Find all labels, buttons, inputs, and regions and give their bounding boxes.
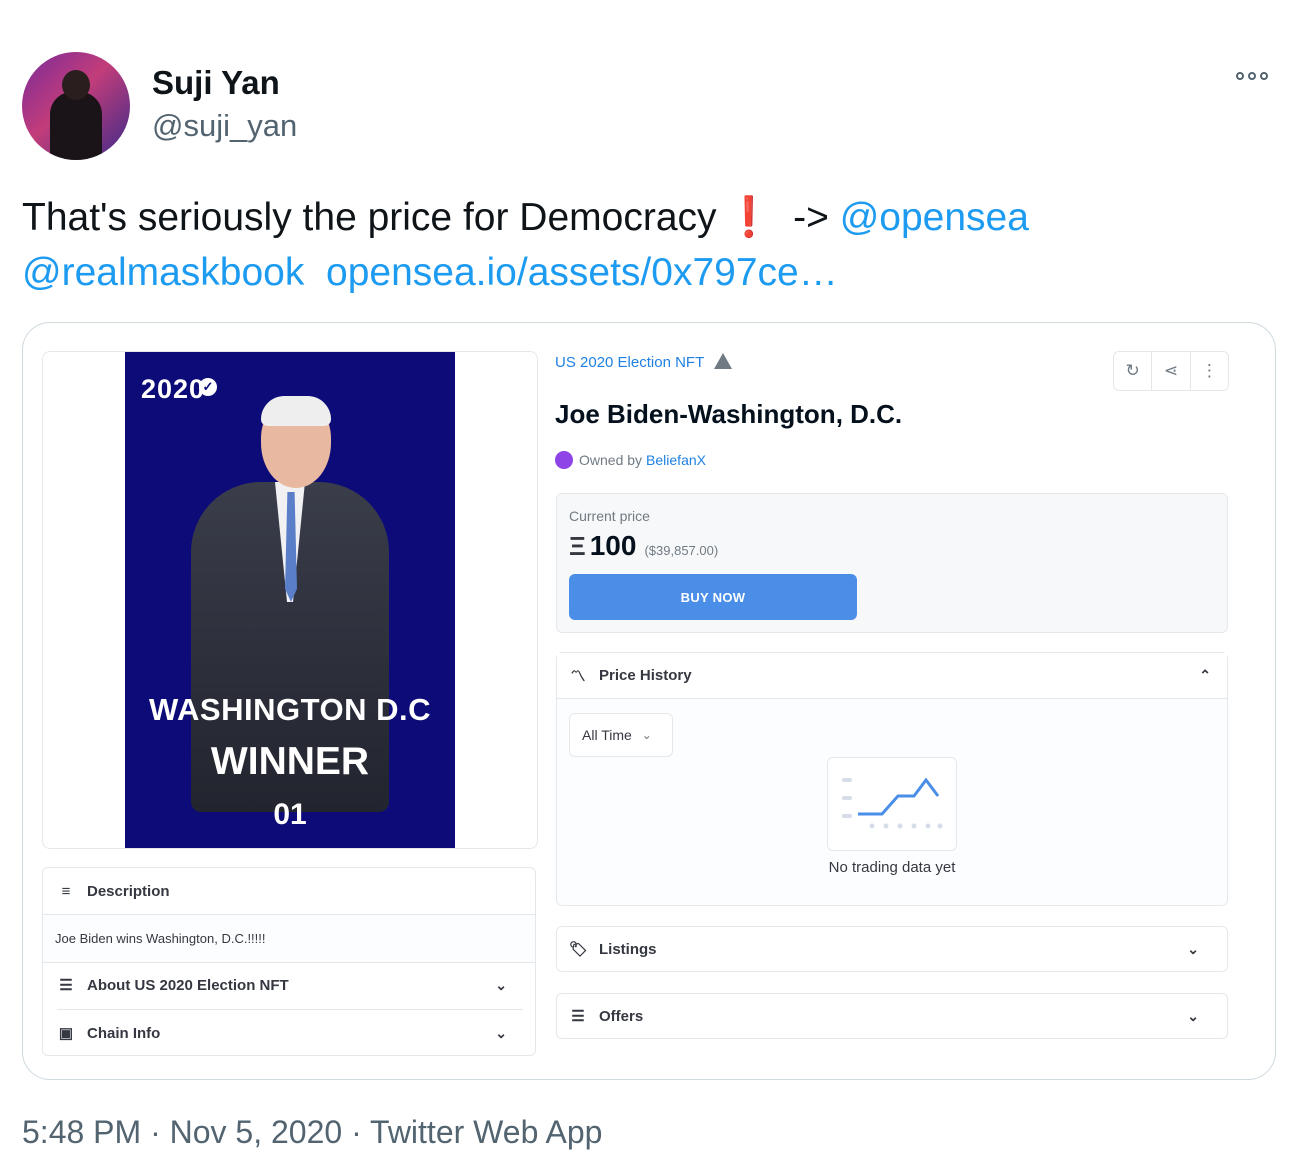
exclamation-icon: ❗ bbox=[724, 196, 774, 239]
check-badge-icon: ✓ bbox=[199, 378, 217, 396]
nft-year-logo: 2020 bbox=[141, 374, 206, 404]
nft-caption-line3: 01 bbox=[273, 798, 307, 831]
mention-opensea-link[interactable]: @opensea bbox=[840, 196, 1029, 239]
chain-info-row[interactable]: ▣ Chain Info ⌄ bbox=[57, 1009, 523, 1056]
author-name[interactable]: Suji Yan bbox=[152, 64, 280, 102]
chevron-down-icon: ⌄ bbox=[1187, 940, 1199, 957]
refresh-icon[interactable]: ↻ bbox=[1114, 352, 1153, 390]
more-vertical-icon[interactable]: ⋮ bbox=[1191, 352, 1228, 390]
description-body: Joe Biden wins Washington, D.C.!!!!! bbox=[43, 914, 535, 963]
chevron-down-icon: ⌄ bbox=[495, 976, 507, 993]
nft-title: Joe Biden-Washington, D.C. bbox=[555, 399, 903, 429]
buy-now-button[interactable]: BUY NOW bbox=[569, 574, 857, 620]
listings-label: Listings bbox=[599, 940, 657, 958]
chevron-up-icon: ⌃ bbox=[1199, 667, 1211, 683]
nft-caption-line1: WASHINGTON D.C bbox=[149, 692, 431, 727]
owner-avatar bbox=[555, 451, 573, 469]
description-text: Joe Biden wins Washington, D.C.!!!!! bbox=[55, 931, 266, 946]
time-filter-select[interactable]: All Time ⌄ bbox=[569, 713, 673, 757]
price-history-header[interactable]: 〽 Price History ⌃ bbox=[557, 653, 1227, 699]
action-buttons: ↻ ⋖ ⋮ bbox=[1113, 351, 1229, 391]
nft-image-frame: 2020 ✓ WASHINGTON D.C WINNER 01 bbox=[42, 351, 538, 849]
attached-image-card[interactable]: 2020 ✓ WASHINGTON D.C WINNER 01 ≡ Descri… bbox=[22, 322, 1276, 1080]
collection-icon: ☰ bbox=[59, 977, 73, 994]
opensea-asset-link[interactable]: opensea.io/assets/0x797ce… bbox=[326, 251, 838, 294]
about-label: About US 2020 Election NFT bbox=[87, 976, 289, 994]
price-history-panel: 〽 Price History ⌃ All Time ⌄ No trading … bbox=[556, 652, 1228, 906]
owned-prefix: Owned by bbox=[579, 452, 643, 468]
tweet-text: That's seriously the price for Democracy… bbox=[22, 190, 1282, 300]
mention-realmaskbook-link[interactable]: @realmaskbook bbox=[22, 251, 304, 294]
warning-icon bbox=[714, 353, 733, 369]
chevron-down-icon: ⌄ bbox=[1187, 1007, 1199, 1024]
collection-link[interactable]: US 2020 Election NFT bbox=[555, 353, 733, 371]
trend-icon: 〽 bbox=[570, 668, 586, 685]
nft-figure-hair bbox=[261, 396, 331, 426]
owner-link[interactable]: BeliefanX bbox=[646, 452, 706, 468]
price-panel: Current price Ξ 100 ($39,857.00) BUY NOW bbox=[556, 493, 1228, 633]
collection-name: US 2020 Election NFT bbox=[555, 354, 705, 371]
offers-label: Offers bbox=[599, 1007, 644, 1025]
no-data-text: No trading data yet bbox=[828, 859, 956, 876]
chevron-down-icon: ⌄ bbox=[641, 728, 652, 742]
avatar-person bbox=[50, 92, 102, 160]
empty-chart-illustration bbox=[827, 757, 957, 851]
price-history-label: Price History bbox=[599, 667, 692, 684]
description-panel: ≡ Description Joe Biden wins Washington,… bbox=[42, 867, 536, 1056]
more-options-icon[interactable] bbox=[1236, 72, 1268, 80]
offers-panel[interactable]: ☰ Offers ⌄ bbox=[556, 993, 1228, 1039]
tag-icon: 🏷 bbox=[569, 941, 589, 958]
description-header[interactable]: ≡ Description bbox=[57, 868, 170, 914]
share-icon[interactable]: ⋖ bbox=[1152, 352, 1191, 390]
avatar-head bbox=[62, 70, 90, 100]
chain-icon: ▣ bbox=[58, 1025, 74, 1042]
tweet-arrow: -> bbox=[793, 196, 829, 239]
price-row: Ξ 100 ($39,857.00) bbox=[569, 530, 718, 562]
current-price-label: Current price bbox=[569, 508, 650, 524]
nft-caption-line2: WINNER bbox=[210, 740, 370, 783]
listings-header: 🏷 Listings ⌄ bbox=[569, 927, 1215, 971]
list-icon: ☰ bbox=[571, 1008, 585, 1025]
tweet-timestamp[interactable]: 5:48 PM · Nov 5, 2020 · Twitter Web App bbox=[22, 1114, 602, 1151]
listings-panel[interactable]: 🏷 Listings ⌄ bbox=[556, 926, 1228, 972]
chart-placeholder-icon bbox=[842, 777, 943, 829]
description-label: Description bbox=[87, 882, 170, 900]
tweet-body: That's seriously the price for Democracy bbox=[22, 196, 717, 239]
about-collection-row[interactable]: ☰ About US 2020 Election NFT ⌄ bbox=[57, 962, 523, 1008]
eth-icon: Ξ bbox=[569, 531, 586, 561]
chevron-down-icon: ⌄ bbox=[495, 1024, 507, 1041]
author-handle[interactable]: @suji_yan bbox=[152, 108, 297, 144]
author-avatar[interactable] bbox=[22, 52, 130, 160]
chain-label: Chain Info bbox=[87, 1024, 161, 1042]
owner-line: Owned by BeliefanX bbox=[555, 451, 706, 469]
lines-icon: ≡ bbox=[61, 882, 71, 900]
time-filter-value: All Time bbox=[582, 727, 632, 743]
price-value: 100 bbox=[589, 530, 637, 561]
price-usd: ($39,857.00) bbox=[644, 543, 719, 558]
offers-header: ☰ Offers ⌄ bbox=[569, 994, 1215, 1038]
nft-artwork: 2020 ✓ WASHINGTON D.C WINNER 01 bbox=[125, 352, 455, 848]
